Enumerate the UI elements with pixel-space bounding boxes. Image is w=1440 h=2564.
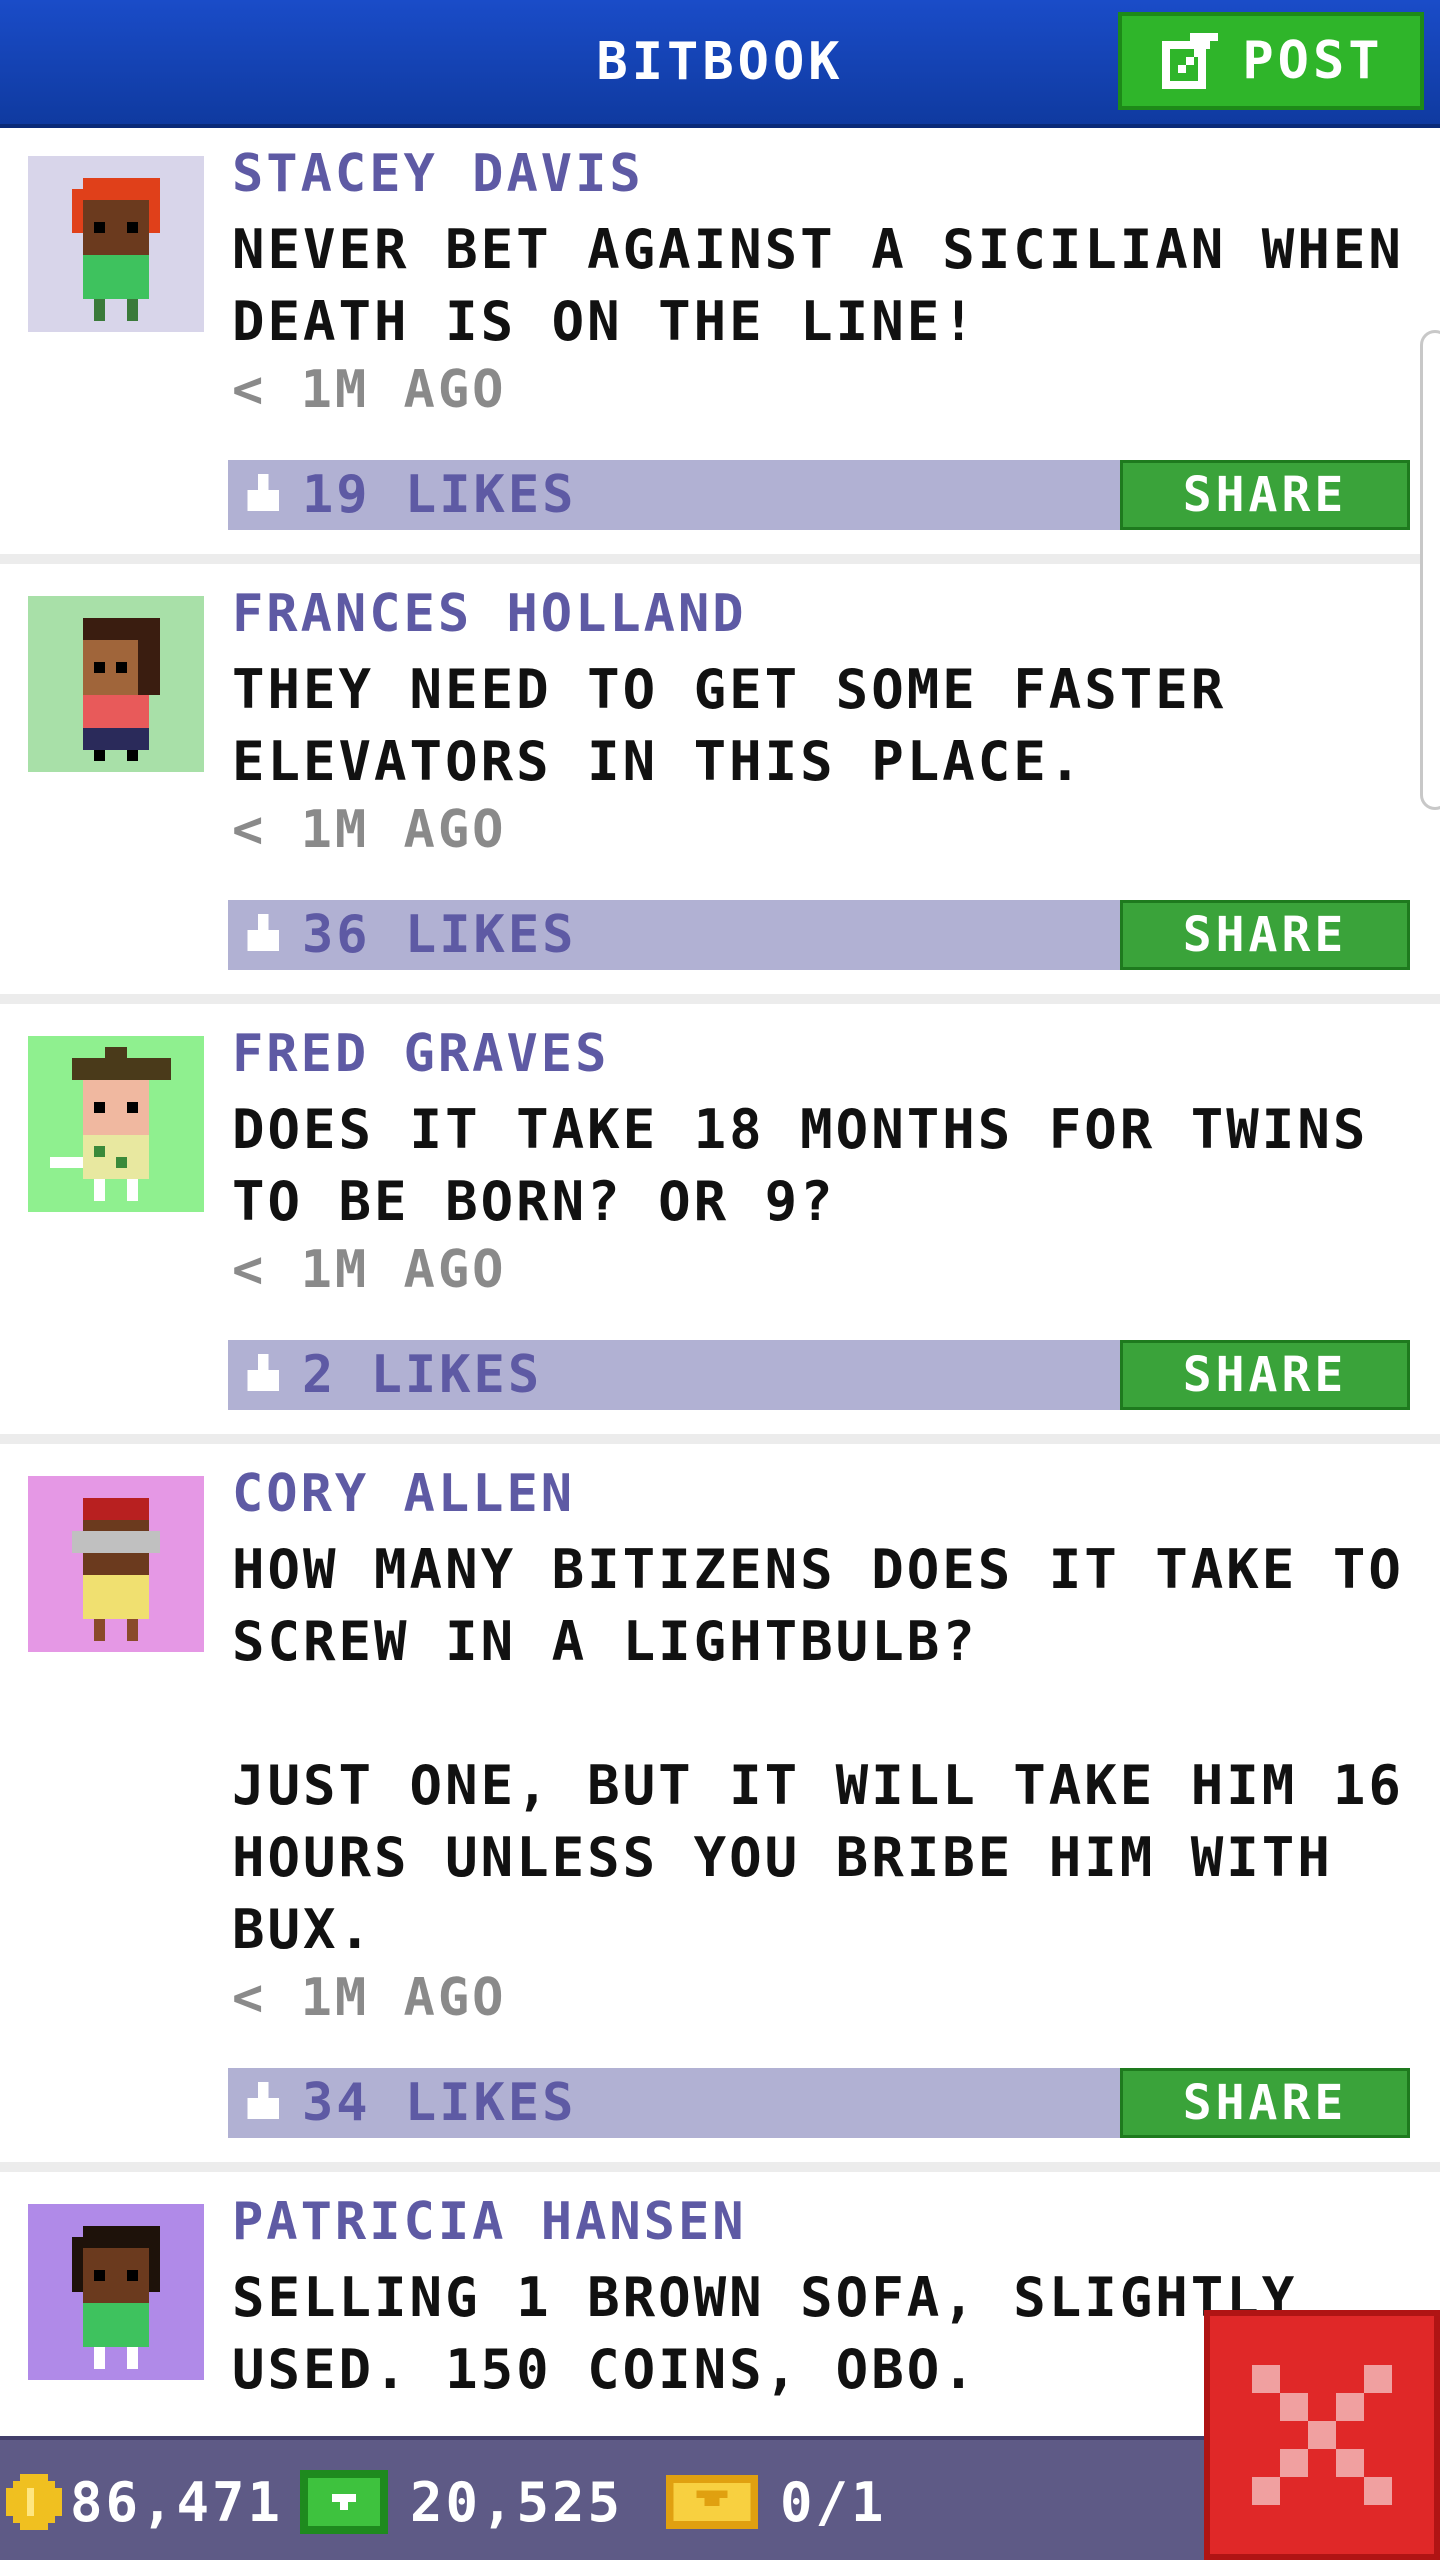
avatar[interactable]: [28, 1036, 204, 1212]
post-time: < 1M AGO: [232, 800, 507, 860]
avatar[interactable]: [28, 2204, 204, 2380]
bitizen-avatar-icon: [28, 1476, 204, 1652]
share-button[interactable]: SHARE: [1120, 900, 1410, 970]
post-button[interactable]: POST: [1118, 12, 1424, 110]
post-message: DOES IT TAKE 18 MONTHS FOR TWINS TO BE B…: [232, 1098, 1404, 1233]
like-bar: 34 LIKES SHARE: [228, 2068, 1410, 2138]
coins-value: 86,471: [70, 2470, 284, 2534]
scroll-indicator[interactable]: [1420, 330, 1440, 810]
thumbs-up-icon[interactable]: [242, 914, 284, 956]
post-button-label: POST: [1242, 31, 1384, 91]
avatar[interactable]: [28, 596, 204, 772]
app-header: BITBOOK POST: [0, 0, 1440, 124]
post-author[interactable]: STACEY DAVIS: [232, 144, 644, 204]
post-message: THEY NEED TO GET SOME FASTER ELEVATORS I…: [232, 658, 1262, 793]
bux-icon: [300, 2470, 388, 2534]
like-bar: 36 LIKES SHARE: [228, 900, 1410, 970]
post-time: < 1M AGO: [232, 360, 507, 420]
thumbs-up-icon[interactable]: [242, 1354, 284, 1396]
like-count: 2 LIKES: [302, 1345, 543, 1405]
tickets-value: 0/1: [780, 2470, 887, 2534]
post-author[interactable]: FRANCES HOLLAND: [232, 584, 747, 644]
like-bar: 19 LIKES SHARE: [228, 460, 1410, 530]
feed-post: CORY ALLEN HOW MANY BITIZENS DOES IT TAK…: [0, 1444, 1440, 2172]
post-time: < 1M AGO: [232, 1240, 507, 1300]
like-count: 19 LIKES: [302, 465, 577, 525]
like-bar: 2 LIKES SHARE: [228, 1340, 1410, 1410]
post-divider: [0, 1434, 1440, 1444]
post-author[interactable]: FRED GRAVES: [232, 1024, 609, 1084]
close-icon: [1252, 2365, 1392, 2505]
bitizen-avatar-icon: [28, 596, 204, 772]
post-author[interactable]: CORY ALLEN: [232, 1464, 575, 1524]
ticket-icon: [666, 2475, 758, 2529]
avatar[interactable]: [28, 156, 204, 332]
share-button[interactable]: SHARE: [1120, 460, 1410, 530]
post-message: NEVER BET AGAINST A SICILIAN WHEN DEATH …: [232, 218, 1440, 353]
share-button[interactable]: SHARE: [1120, 2068, 1410, 2138]
thumbs-up-icon[interactable]: [242, 2082, 284, 2124]
share-button[interactable]: SHARE: [1120, 1340, 1410, 1410]
post-author[interactable]: PATRICIA HANSEN: [232, 2192, 747, 2252]
feed-post: STACEY DAVIS NEVER BET AGAINST A SICILIA…: [0, 124, 1440, 564]
like-count: 36 LIKES: [302, 905, 577, 965]
like-count: 34 LIKES: [302, 2073, 577, 2133]
bux-stat: 20,525: [300, 2440, 623, 2564]
coins-stat: 86,471: [6, 2440, 283, 2564]
post-message: HOW MANY BITIZENS DOES IT TAKE TO SCREW …: [232, 1538, 1404, 1961]
post-divider: [0, 994, 1440, 1004]
bitizen-avatar-icon: [28, 156, 204, 332]
compose-icon: [1162, 33, 1219, 89]
post-time: < 1M AGO: [232, 1968, 507, 2028]
tickets-stat: 0/1: [666, 2440, 887, 2564]
bux-value: 20,525: [410, 2470, 624, 2534]
avatar[interactable]: [28, 1476, 204, 1652]
coin-icon: [6, 2474, 62, 2530]
feed-post: FRED GRAVES DOES IT TAKE 18 MONTHS FOR T…: [0, 1004, 1440, 1444]
bitizen-avatar-icon: [28, 2204, 204, 2380]
post-divider: [0, 2162, 1440, 2172]
feed-post: FRANCES HOLLAND THEY NEED TO GET SOME FA…: [0, 564, 1440, 1004]
post-divider: [0, 554, 1440, 564]
close-button[interactable]: [1204, 2310, 1440, 2560]
thumbs-up-icon[interactable]: [242, 474, 284, 516]
bitizen-avatar-icon: [28, 1036, 204, 1212]
